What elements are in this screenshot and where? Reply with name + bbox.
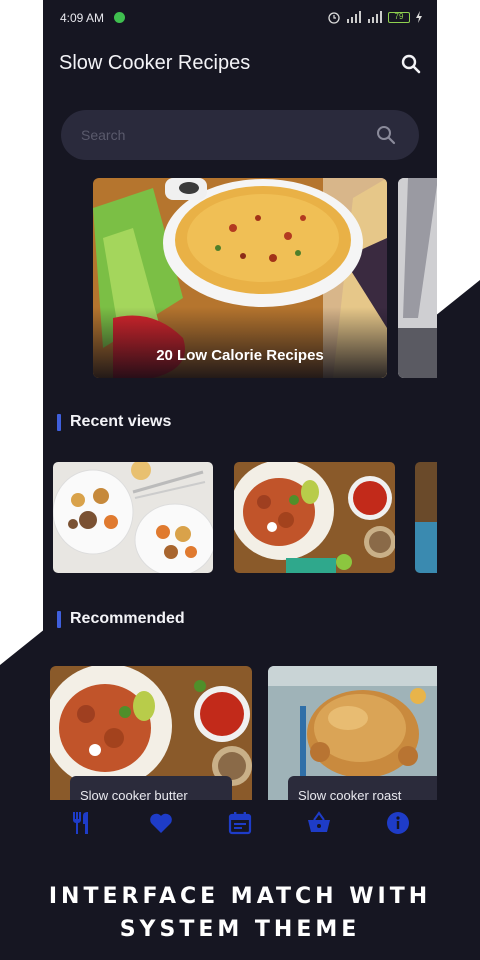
promo-banner: INTERFACE MATCH WITH SYSTEM THEME <box>0 880 480 946</box>
recommended-heading: Recommended <box>57 610 185 628</box>
recent-image <box>415 462 437 573</box>
featured-title: 20 Low Calorie Recipes <box>93 307 387 378</box>
notification-dot-icon <box>114 12 125 23</box>
featured-card[interactable]: 20 Low Calorie Recipes <box>93 178 387 378</box>
featured-card-next[interactable] <box>398 178 437 378</box>
recent-views-heading: Recent views <box>57 413 171 431</box>
utensils-icon[interactable] <box>69 810 95 836</box>
info-icon[interactable] <box>385 810 411 836</box>
charging-icon <box>416 11 422 23</box>
status-time: 4:09 AM <box>60 11 105 25</box>
status-bar: 4:09 AM 79 <box>43 0 437 34</box>
bottom-navigation <box>43 800 437 860</box>
recent-item[interactable] <box>415 462 437 573</box>
search-bar[interactable] <box>61 110 419 160</box>
heart-icon[interactable] <box>148 810 174 836</box>
banner-line-2: SYSTEM THEME <box>119 917 361 942</box>
featured-image-next <box>398 178 437 378</box>
banner-line-1: INTERFACE MATCH WITH <box>48 884 432 909</box>
recent-image <box>234 462 395 573</box>
recommended-card[interactable]: Slow cooker butter <box>50 666 252 806</box>
basket-icon[interactable] <box>306 810 332 836</box>
section-title: Recommended <box>70 610 185 627</box>
signal-icon <box>347 11 361 23</box>
section-title: Recent views <box>70 413 172 430</box>
search-icon[interactable] <box>399 52 423 76</box>
recent-image <box>53 462 213 573</box>
search-icon[interactable] <box>375 124 397 146</box>
page-title: Slow Cooker Recipes <box>59 52 251 74</box>
alarm-icon <box>328 12 340 24</box>
recent-item[interactable] <box>53 462 213 573</box>
signal-icon-2 <box>368 11 382 23</box>
search-input[interactable] <box>81 124 361 146</box>
section-accent-bar <box>57 413 61 431</box>
calendar-icon[interactable] <box>227 810 253 836</box>
status-icons: 79 <box>327 10 423 24</box>
recent-item[interactable] <box>234 462 395 573</box>
phone-screen: 4:09 AM 79 Slow Cooker Recipes Search 20… <box>43 0 437 860</box>
section-accent-bar <box>57 610 61 628</box>
recommended-card[interactable]: Slow cooker roast <box>268 666 437 806</box>
battery-icon: 79 <box>388 11 410 23</box>
